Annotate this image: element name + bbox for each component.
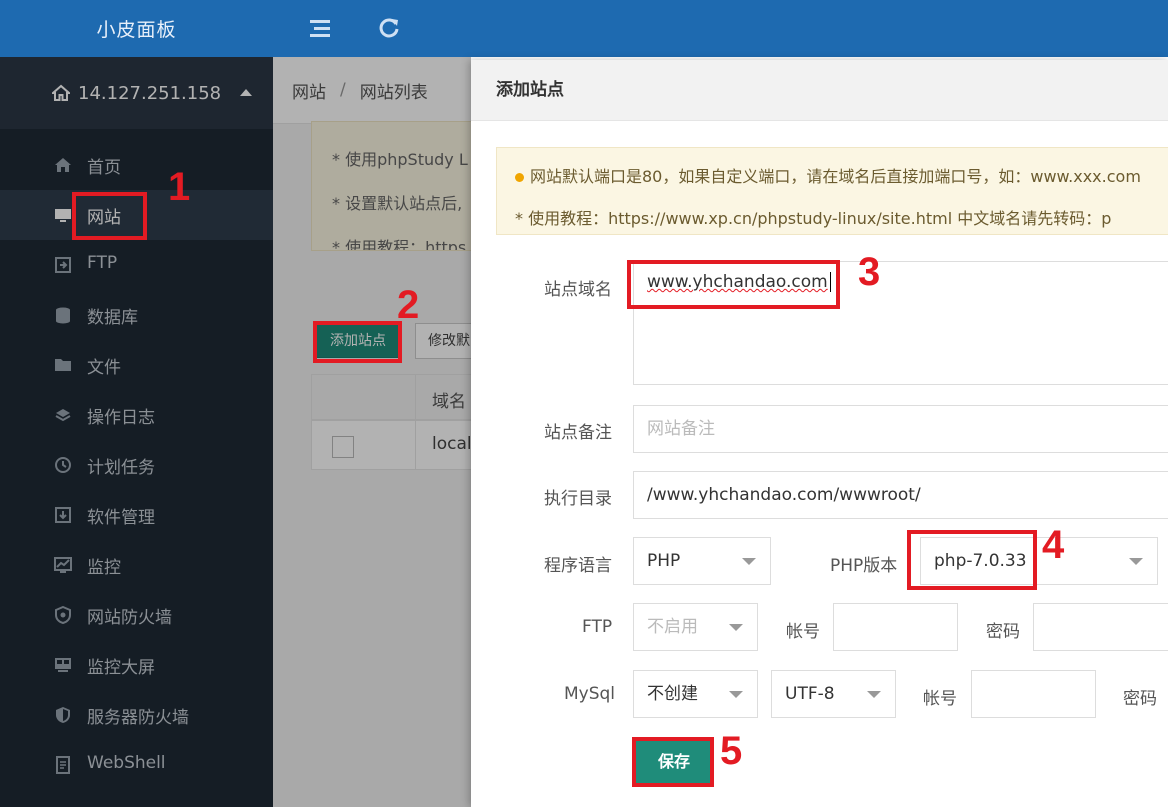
charset-select-value: UTF-8: [785, 684, 835, 704]
ftp-account-input[interactable]: [833, 603, 958, 651]
dir-label: 执行目录: [544, 489, 612, 509]
remark-label: 站点备注: [544, 423, 612, 443]
chevron-down-icon: [729, 691, 743, 698]
mysql-password-label: 密码: [1123, 689, 1157, 709]
ftp-account-label: 帐号: [786, 622, 820, 642]
mysql-account-label: 帐号: [923, 689, 957, 709]
ftp-label: FTP: [582, 617, 613, 637]
sidebar-dim-overlay: [0, 57, 273, 807]
lang-select[interactable]: PHP: [633, 537, 771, 585]
lang-select-value: PHP: [647, 551, 681, 571]
menu-toggle-icon[interactable]: [309, 17, 331, 39]
lang-label: 程序语言: [544, 556, 612, 576]
annotation-number-2: 2: [397, 283, 420, 327]
top-bar: [273, 0, 1168, 57]
remark-input[interactable]: 网站备注: [633, 405, 1168, 453]
annotation-box-4: [907, 530, 1037, 590]
mysql-select-value: 不创建: [647, 684, 698, 704]
ftp-select-value: 不启用: [647, 617, 698, 637]
refresh-icon[interactable]: [379, 17, 401, 39]
annotation-box-1: [72, 192, 147, 240]
ftp-select[interactable]: 不启用: [633, 603, 758, 651]
modal-notice-text: 网站默认端口是80，如果自定义端口，请在域名后直接加端口号，如：www.xxx.…: [530, 167, 1141, 186]
modal-notice-line: 网站默认端口是80，如果自定义端口，请在域名后直接加端口号，如：www.xxx.…: [515, 163, 1141, 187]
mysql-label: MySql: [564, 684, 616, 704]
mysql-account-input[interactable]: [971, 670, 1096, 718]
charset-select[interactable]: UTF-8: [771, 670, 896, 718]
domain-label: 站点域名: [544, 280, 612, 300]
modal-notice: 网站默认端口是80，如果自定义端口，请在域名后直接加端口号，如：www.xxx.…: [496, 147, 1168, 235]
annotation-number-5: 5: [720, 729, 743, 773]
add-site-modal: 添加站点 网站默认端口是80，如果自定义端口，请在域名后直接加端口号，如：www…: [471, 60, 1168, 807]
chevron-down-icon: [729, 624, 743, 631]
ftp-password-input[interactable]: [1033, 603, 1168, 651]
annotation-number-1: 1: [168, 165, 191, 209]
annotation-box-5: [632, 737, 714, 787]
modal-notice-line: * 使用教程：https://www.xp.cn/phpstudy-linux/…: [515, 209, 1112, 228]
warning-dot-icon: [515, 173, 524, 182]
chevron-down-icon: [742, 558, 756, 565]
modal-title: 添加站点: [471, 60, 1168, 121]
dir-input[interactable]: /www.yhchandao.com/wwwroot/: [633, 471, 1168, 519]
chevron-down-icon: [1129, 558, 1143, 565]
annotation-box-3: [627, 260, 840, 309]
annotation-number-3: 3: [858, 250, 881, 294]
chevron-down-icon: [867, 691, 881, 698]
php-version-label: PHP版本: [830, 556, 898, 576]
annotation-number-4: 4: [1042, 523, 1065, 567]
ftp-password-label: 密码: [986, 622, 1020, 642]
app-logo: 小皮面板: [0, 0, 273, 57]
mysql-select[interactable]: 不创建: [633, 670, 758, 718]
annotation-box-2: [313, 321, 402, 363]
content-dim-overlay[interactable]: [273, 57, 471, 807]
